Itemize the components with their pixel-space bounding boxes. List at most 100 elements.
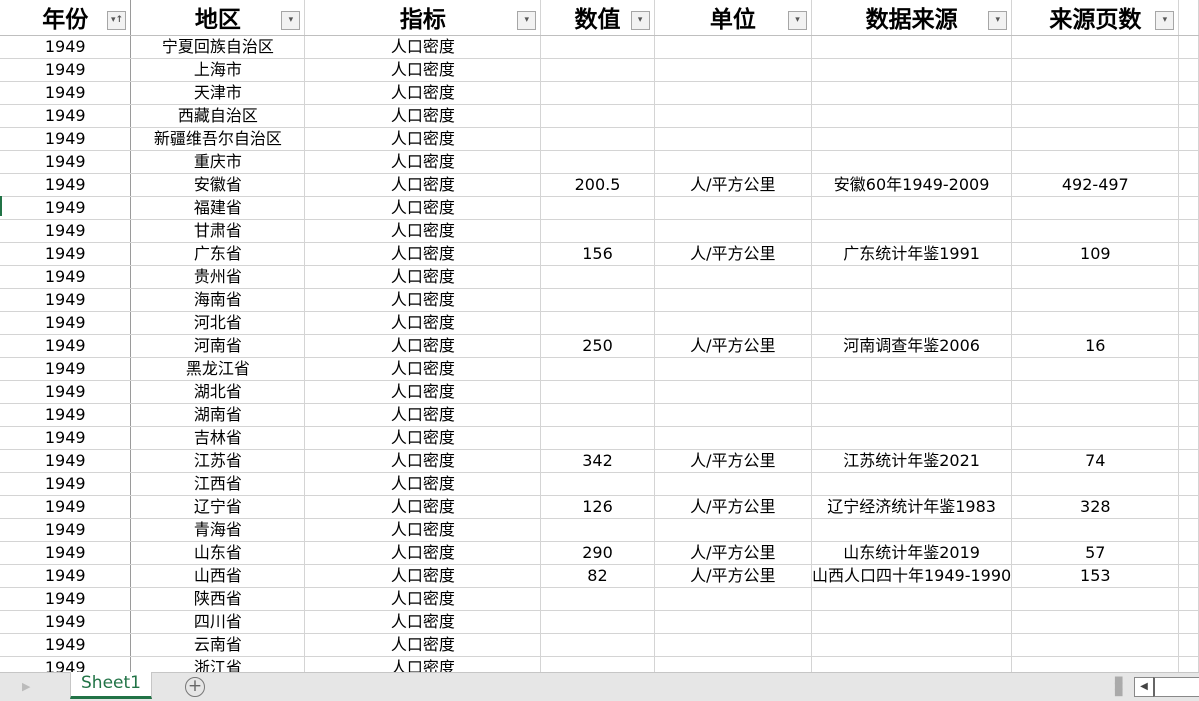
cell[interactable] [811, 403, 1013, 427]
horizontal-scrollbar[interactable] [1153, 677, 1199, 697]
cell[interactable]: 1949 [0, 173, 132, 197]
cell[interactable]: 1949 [0, 196, 132, 220]
cell[interactable] [654, 219, 812, 243]
cell[interactable] [1011, 587, 1180, 611]
cell[interactable] [1011, 380, 1180, 404]
filter-dropdown-icon[interactable]: ▾ [517, 11, 537, 30]
cell[interactable] [654, 311, 812, 335]
cell[interactable]: 1949 [0, 334, 132, 358]
cell[interactable]: 人口密度 [304, 656, 542, 672]
cell[interactable] [654, 196, 812, 220]
cell[interactable]: 吉林省 [130, 426, 306, 450]
cell[interactable] [654, 518, 812, 542]
cell[interactable] [811, 288, 1013, 312]
cell[interactable] [1011, 633, 1180, 657]
cell[interactable] [1178, 610, 1199, 634]
sheet-tab-sheet1[interactable]: Sheet1 [70, 672, 152, 699]
cell[interactable]: 1949 [0, 426, 132, 450]
plus-circle-icon[interactable]: + [185, 677, 205, 697]
cell[interactable]: 西藏自治区 [130, 104, 306, 128]
cell[interactable]: 海南省 [130, 288, 306, 312]
cell[interactable] [654, 587, 812, 611]
cell[interactable]: 1949 [0, 219, 132, 243]
cell[interactable]: 重庆市 [130, 150, 306, 174]
cell[interactable] [1178, 541, 1199, 565]
cell[interactable] [1178, 58, 1199, 82]
cell[interactable] [1178, 357, 1199, 381]
cell[interactable]: 74 [1011, 449, 1180, 473]
cell[interactable] [1011, 288, 1180, 312]
cell[interactable]: 广东省 [130, 242, 306, 266]
cell[interactable] [811, 127, 1013, 151]
cell[interactable] [1178, 495, 1199, 519]
cell[interactable] [1178, 104, 1199, 128]
cell[interactable]: 辽宁省 [130, 495, 306, 519]
cell[interactable]: 人口密度 [304, 35, 542, 59]
cell[interactable] [540, 403, 655, 427]
cell[interactable]: 1949 [0, 541, 132, 565]
cell[interactable] [540, 265, 655, 289]
cell[interactable]: 福建省 [130, 196, 306, 220]
cell[interactable]: 河北省 [130, 311, 306, 335]
cell[interactable]: 安徽60年1949-2009 [811, 173, 1013, 197]
cell[interactable]: 1949 [0, 564, 132, 588]
cell[interactable] [540, 311, 655, 335]
cell[interactable] [811, 196, 1013, 220]
cell[interactable]: 1949 [0, 610, 132, 634]
cell[interactable]: 1949 [0, 35, 132, 59]
cell[interactable]: 1949 [0, 311, 132, 335]
cell[interactable] [1011, 311, 1180, 335]
cell[interactable]: 1949 [0, 518, 132, 542]
filter-dropdown-icon[interactable]: ▾ [281, 11, 301, 30]
cell[interactable]: 人口密度 [304, 311, 542, 335]
cell[interactable]: 156 [540, 242, 655, 266]
cell[interactable]: 河南调查年鉴2006 [811, 334, 1013, 358]
cell[interactable]: 陕西省 [130, 587, 306, 611]
cell[interactable] [1178, 403, 1199, 427]
cell[interactable] [1011, 357, 1180, 381]
cell[interactable]: 1949 [0, 587, 132, 611]
cell[interactable] [1178, 219, 1199, 243]
scroll-tabs-left-icon[interactable]: ▶ [22, 680, 30, 693]
cell[interactable]: 人口密度 [304, 403, 542, 427]
filter-dropdown-icon[interactable]: ▾ [988, 11, 1008, 30]
cell[interactable]: 1949 [0, 265, 132, 289]
cell[interactable]: 人/平方公里 [654, 334, 812, 358]
cell[interactable]: 人/平方公里 [654, 242, 812, 266]
cell[interactable] [811, 656, 1013, 672]
cell[interactable]: 人/平方公里 [654, 541, 812, 565]
cell[interactable]: 人口密度 [304, 150, 542, 174]
cell[interactable] [1178, 518, 1199, 542]
cell[interactable] [1178, 380, 1199, 404]
cell[interactable] [540, 219, 655, 243]
cell[interactable]: 1949 [0, 242, 132, 266]
cell[interactable]: 云南省 [130, 633, 306, 657]
cell[interactable]: 290 [540, 541, 655, 565]
cell[interactable]: 人口密度 [304, 334, 542, 358]
cell[interactable]: 人口密度 [304, 495, 542, 519]
cell[interactable] [1178, 472, 1199, 496]
cell[interactable]: 1949 [0, 633, 132, 657]
cell[interactable]: 安徽省 [130, 173, 306, 197]
cell[interactable] [654, 58, 812, 82]
cell[interactable] [1011, 656, 1180, 672]
cell[interactable]: 82 [540, 564, 655, 588]
cell[interactable] [654, 35, 812, 59]
cell[interactable]: 浙江省 [130, 656, 306, 672]
cell[interactable] [540, 104, 655, 128]
cell[interactable] [1178, 311, 1199, 335]
cell[interactable] [654, 426, 812, 450]
cell[interactable] [811, 472, 1013, 496]
cell[interactable]: 1949 [0, 472, 132, 496]
cell[interactable] [1178, 564, 1199, 588]
cell[interactable] [811, 58, 1013, 82]
cell[interactable] [540, 127, 655, 151]
cell[interactable] [1178, 288, 1199, 312]
cell[interactable]: 广东统计年鉴1991 [811, 242, 1013, 266]
cell[interactable]: 河南省 [130, 334, 306, 358]
cell[interactable]: 1949 [0, 380, 132, 404]
cell[interactable]: 153 [1011, 564, 1180, 588]
filter-sort-icon[interactable]: ▾↑ [107, 11, 127, 30]
cell[interactable] [1011, 58, 1180, 82]
cell[interactable]: 人口密度 [304, 541, 542, 565]
